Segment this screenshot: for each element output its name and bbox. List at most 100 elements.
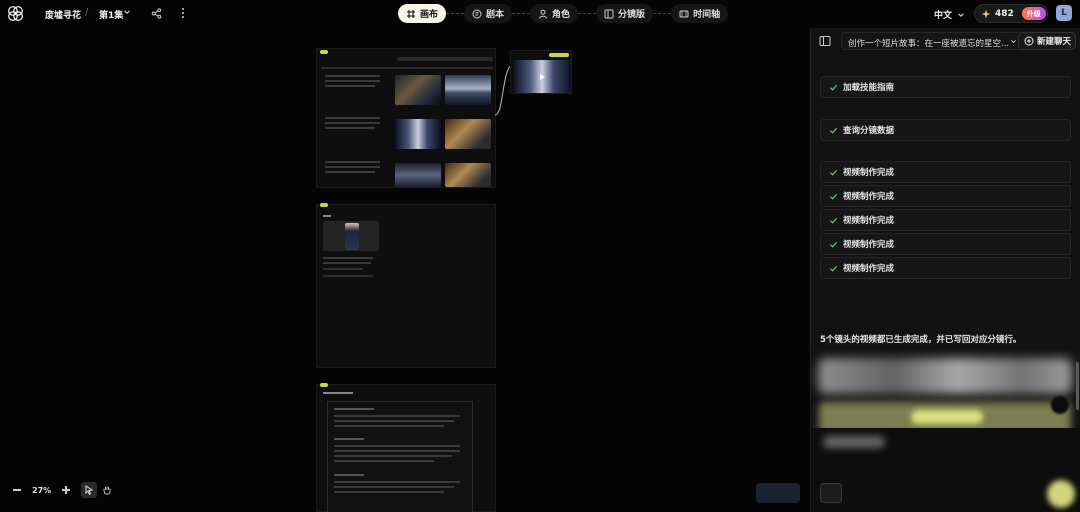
- avatar[interactable]: L: [1056, 5, 1072, 21]
- text-line: [323, 257, 373, 259]
- character-portrait[interactable]: [323, 221, 379, 251]
- breadcrumb-separator: /: [85, 7, 89, 18]
- step-label: 视频制作完成: [843, 240, 895, 250]
- person-icon: [539, 9, 548, 19]
- tab-characters-label: 角色: [552, 10, 571, 20]
- text-line: [325, 80, 380, 82]
- node-toolbar: [397, 57, 493, 61]
- shot-thumbnail[interactable]: [445, 163, 491, 187]
- step-label: 视频制作完成: [843, 264, 895, 274]
- tab-connector: [578, 13, 597, 14]
- tab-connector: [512, 13, 531, 14]
- shot-thumbnail[interactable]: [445, 119, 491, 149]
- share-icon[interactable]: [151, 8, 162, 19]
- check-icon: [829, 241, 838, 248]
- step-label: 加载技能指南: [843, 83, 895, 93]
- document-preview: [327, 401, 473, 512]
- tab-characters[interactable]: 角色: [530, 4, 579, 23]
- zoom-out-button[interactable]: [12, 485, 22, 495]
- step-item[interactable]: 视频制作完成: [820, 209, 1071, 231]
- tab-connector: [446, 13, 465, 14]
- chat-title-selector[interactable]: 创作一个短片故事：在一座被遗忘的星空...: [841, 32, 1023, 50]
- tab-canvas[interactable]: 画布: [398, 4, 447, 23]
- step-item[interactable]: 视频制作完成: [820, 233, 1071, 255]
- sidebar-toggle-icon[interactable]: [819, 35, 831, 47]
- language-label: 中文: [934, 11, 953, 21]
- text-line: [334, 415, 460, 417]
- tab-storyboard-label: 分镜版: [618, 10, 646, 20]
- project-name[interactable]: 废墟寻花: [45, 8, 81, 21]
- tab-timeline[interactable]: 时间轴: [671, 4, 729, 23]
- shot-thumbnail[interactable]: [395, 75, 441, 105]
- credits-badge[interactable]: 482 升级: [974, 4, 1048, 23]
- attach-button[interactable]: [820, 483, 842, 503]
- node-tag: [320, 383, 328, 387]
- episode-selector[interactable]: 第1集: [99, 8, 123, 21]
- text-line: [334, 486, 454, 488]
- text-line: [323, 268, 363, 270]
- text-line: [325, 75, 380, 77]
- new-chat-button[interactable]: 新建聊天: [1018, 32, 1076, 50]
- credits-value: 482: [995, 8, 1014, 19]
- app-logo-icon[interactable]: [7, 5, 24, 22]
- send-button[interactable]: [1047, 480, 1075, 508]
- step-item[interactable]: 视频制作完成: [820, 257, 1071, 279]
- text-line: [325, 122, 380, 124]
- check-icon: [829, 169, 838, 176]
- text-line: [334, 445, 460, 447]
- check-icon: [829, 265, 838, 272]
- text-line: [334, 438, 364, 440]
- text-line: [334, 491, 444, 493]
- blurred-content: [1051, 396, 1069, 414]
- select-tool-button[interactable]: [81, 482, 98, 498]
- step-item[interactable]: 加载技能指南: [820, 76, 1071, 98]
- tab-script[interactable]: 剧本: [464, 4, 513, 23]
- document-node[interactable]: [316, 383, 496, 512]
- video-node[interactable]: [510, 50, 572, 94]
- play-icon[interactable]: [540, 74, 545, 80]
- node-tag: [320, 203, 328, 207]
- check-icon: [829, 84, 838, 91]
- assistant-summary: 5个镜头的视频都已生成完成，并已写回对应分镜行。: [820, 335, 1022, 345]
- view-tabs: 画布 剧本 角色 分镜版 时间轴: [398, 4, 729, 23]
- step-item[interactable]: 查询分镜数据: [820, 119, 1071, 141]
- text-line: [334, 450, 460, 452]
- chevron-down-icon: [958, 12, 964, 17]
- storyboard-node[interactable]: [316, 48, 496, 188]
- text-line: [325, 161, 380, 163]
- upgrade-button[interactable]: 升级: [1021, 7, 1046, 20]
- node-title-line: [323, 392, 353, 394]
- shot-thumbnail[interactable]: [395, 163, 441, 187]
- step-label: 视频制作完成: [843, 192, 895, 202]
- tab-storyboard[interactable]: 分镜版: [596, 4, 654, 23]
- node-title-line: [323, 215, 331, 217]
- text-line: [325, 85, 375, 87]
- chat-scrollbar[interactable]: [1076, 362, 1079, 410]
- step-item[interactable]: 视频制作完成: [820, 185, 1071, 207]
- zoom-in-button[interactable]: [61, 485, 71, 495]
- text-line: [325, 171, 375, 173]
- timeline-icon: [679, 10, 689, 17]
- canvas-icon: [407, 9, 415, 18]
- text-line: [334, 420, 454, 422]
- floating-panel-toggle[interactable]: [756, 483, 800, 503]
- step-label: 视频制作完成: [843, 216, 895, 226]
- chevron-down-icon: [1011, 40, 1016, 44]
- more-vertical-icon[interactable]: [180, 7, 186, 19]
- shot-thumbnail[interactable]: [395, 119, 441, 149]
- table-header-line: [321, 67, 493, 69]
- language-selector[interactable]: 中文: [934, 8, 965, 21]
- text-line: [334, 474, 364, 476]
- zoom-level: 27%: [32, 485, 52, 495]
- chat-panel: 创作一个短片故事：在一座被遗忘的星空... 新建聊天 加载技能指南 查询分镜数据…: [810, 28, 1080, 512]
- cursor-icon: [85, 485, 94, 495]
- chat-header: 创作一个短片故事：在一座被遗忘的星空... 新建聊天: [811, 28, 1080, 54]
- tab-canvas-label: 画布: [420, 10, 439, 20]
- hand-tool-button[interactable]: [99, 482, 115, 498]
- character-node[interactable]: [316, 203, 496, 368]
- step-item[interactable]: 视频制作完成: [820, 161, 1071, 183]
- text-line: [325, 127, 375, 129]
- shot-thumbnail[interactable]: [445, 75, 491, 105]
- zoom-controls: 27%: [12, 481, 115, 499]
- chevron-down-icon[interactable]: [123, 8, 131, 16]
